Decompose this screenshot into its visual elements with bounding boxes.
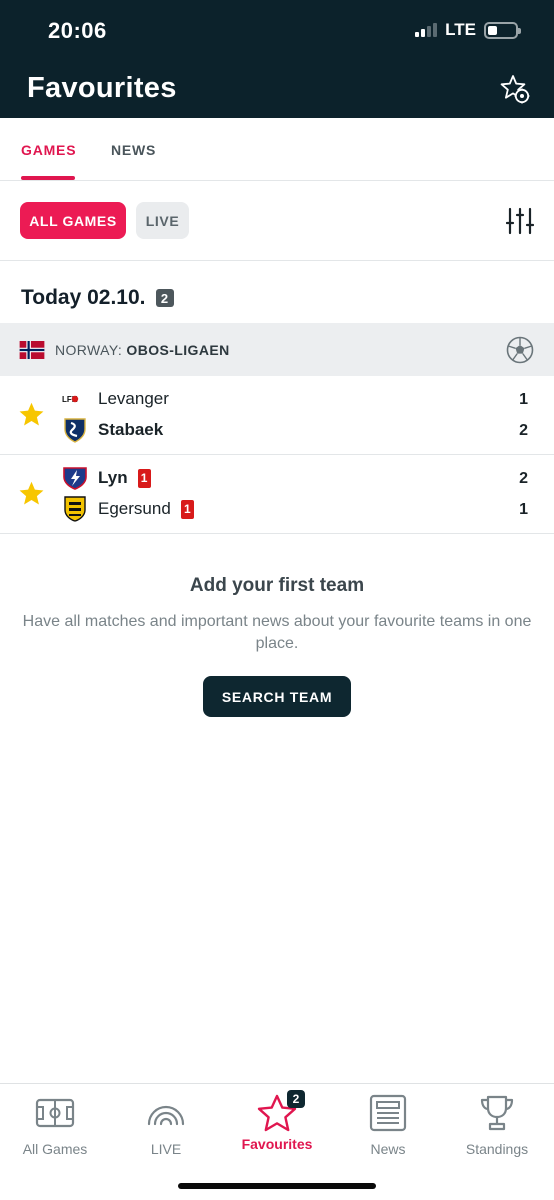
app-header: 20:06 LTE Favourites [0,0,554,118]
red-card-badge: 1 [137,468,151,488]
all-games-filter[interactable]: ALL GAMES [20,202,126,239]
date-header: Today 02.10. 2 [21,286,174,310]
league-name: NORWAY: OBOS-LIGAEN [55,342,230,358]
active-tab-indicator [21,176,75,180]
network-type: LTE [445,20,476,39]
red-card-badge: 1 [180,499,194,519]
nav-label: News [370,1141,406,1157]
team-name: Levanger [98,389,169,408]
home-indicator [178,1183,376,1189]
home-score: 2 [519,470,528,487]
lyn-logo-icon [62,465,88,491]
content-tabs: GAMES NEWS [0,118,554,181]
status-indicators: LTE [415,20,521,40]
home-team: Lyn 1 [62,465,151,491]
stabaek-logo-icon [62,417,88,443]
match-row[interactable]: LFK Levanger 1 Stabaek 2 [0,376,554,455]
signal-icon [415,23,438,37]
date-label: Today 02.10. [21,286,146,309]
nav-news[interactable]: News [333,1094,443,1157]
newspaper-icon [369,1094,407,1132]
team-name: Egersund [98,499,171,518]
nav-all-games[interactable]: All Games [0,1094,110,1157]
empty-state-text: Have all matches and important news abou… [22,613,532,652]
away-team: Stabaek [62,417,163,443]
team-name: Stabaek [98,420,164,439]
tab-news[interactable]: NEWS [111,142,156,158]
match-row[interactable]: Lyn 1 2 Egersund 1 1 [0,455,554,534]
nav-label: Standings [465,1141,529,1157]
search-team-button[interactable]: SEARCH TEAM [203,676,351,717]
empty-state: Add your first team Have all matches and… [0,575,554,655]
egersund-logo-icon [62,496,88,522]
star-icon: 2 [257,1090,305,1132]
filter-settings-icon[interactable] [506,207,534,235]
home-team: LFK Levanger [62,386,169,412]
trophy-icon [480,1095,514,1131]
away-team: Egersund 1 [62,496,194,522]
favourite-star-icon[interactable] [18,480,45,507]
live-signal-icon [147,1105,185,1126]
match-count-badge: 2 [155,289,174,307]
pitch-icon [35,1098,75,1128]
filter-bar: ALL GAMES LIVE [0,181,554,261]
status-time: 20:06 [48,18,107,43]
favourite-settings-icon[interactable] [500,74,530,104]
away-score: 1 [519,501,528,518]
page-title: Favourites [27,72,177,104]
nav-label: All Games [22,1141,88,1157]
home-score: 1 [519,391,528,408]
favourites-count-badge: 2 [287,1090,305,1108]
football-icon [506,336,534,364]
battery-icon [484,21,521,39]
team-name: Lyn [98,468,128,487]
away-score: 2 [519,422,528,439]
live-filter[interactable]: LIVE [136,202,189,239]
nav-standings[interactable]: Standings [442,1094,552,1157]
favourite-star-icon[interactable] [18,401,45,428]
empty-state-title: Add your first team [189,575,365,596]
nav-favourites[interactable]: 2 Favourites [222,1090,332,1152]
nav-live[interactable]: LIVE [111,1094,221,1157]
norway-flag-icon [19,341,45,359]
nav-label: LIVE [150,1141,182,1157]
tab-games[interactable]: GAMES [21,142,76,158]
nav-label: Favourites [241,1136,313,1152]
league-header[interactable]: NORWAY: OBOS-LIGAEN [0,323,554,376]
levanger-logo-icon: LFK [62,386,88,412]
